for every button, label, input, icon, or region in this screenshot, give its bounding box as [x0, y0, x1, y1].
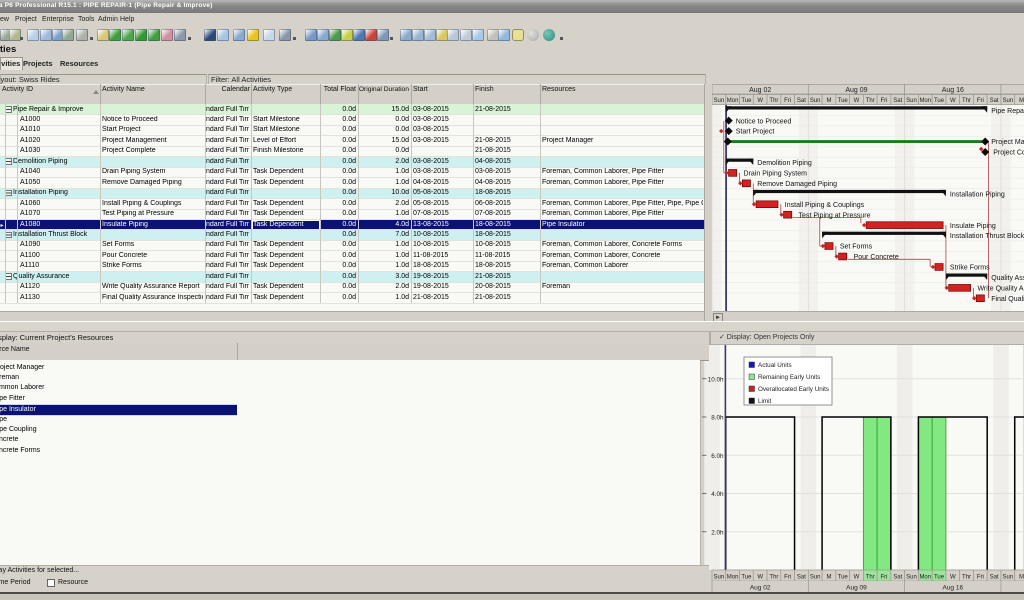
- svg-text:Aug 02: Aug 02: [750, 585, 771, 592]
- svg-text:Project Complete: Project Complete: [993, 150, 1024, 157]
- svg-text:Sun: Sun: [810, 98, 821, 104]
- svg-text:Project Manager: Project Manager: [991, 139, 1024, 146]
- svg-text:Quality Assurance: Quality Assurance: [991, 275, 1024, 282]
- svg-text:Mon: Mon: [727, 98, 739, 104]
- svg-text:6.0h: 6.0h: [711, 453, 724, 460]
- svg-text:Start Project: Start Project: [736, 129, 775, 136]
- svg-text:Fri: Fri: [977, 98, 984, 104]
- svg-text:Final Quality Assurance Inspec: Final Quality Assurance Inspection: [991, 296, 1024, 303]
- svg-text:Sat: Sat: [990, 98, 999, 104]
- svg-text:Install Piping & Couplings: Install Piping & Couplings: [785, 202, 865, 209]
- svg-text:Overallocated Early Units: Overallocated Early Units: [758, 386, 829, 393]
- svg-text:Set Forms: Set Forms: [840, 244, 873, 251]
- svg-text:Tue: Tue: [741, 575, 752, 581]
- svg-text:Sun: Sun: [714, 98, 725, 104]
- svg-text:Sat: Sat: [797, 575, 806, 581]
- svg-text:M: M: [826, 98, 831, 104]
- svg-text:Installation Thrust Block: Installation Thrust Block: [950, 233, 1024, 240]
- svg-text:Tue: Tue: [838, 98, 849, 104]
- svg-text:Fri: Fri: [881, 98, 888, 104]
- svg-text:Thr: Thr: [769, 575, 778, 581]
- svg-text:Strike Forms: Strike Forms: [950, 265, 990, 272]
- svg-text:Limit: Limit: [758, 398, 772, 405]
- svg-text:W: W: [854, 575, 860, 581]
- svg-text:Tue: Tue: [838, 575, 849, 581]
- svg-text:Tue: Tue: [741, 98, 752, 104]
- svg-text:Pour Concrete: Pour Concrete: [854, 254, 899, 261]
- svg-text:Demolition Piping: Demolition Piping: [757, 160, 812, 167]
- svg-text:Tue: Tue: [934, 98, 945, 104]
- svg-text:Remove Damaged Piping: Remove Damaged Piping: [757, 181, 837, 188]
- svg-text:Sat: Sat: [893, 575, 902, 581]
- svg-text:Sat: Sat: [893, 98, 902, 104]
- svg-text:Sat: Sat: [990, 575, 999, 581]
- svg-text:Sun: Sun: [810, 575, 821, 581]
- svg-text:Thr: Thr: [866, 98, 875, 104]
- svg-text:8.0h: 8.0h: [711, 415, 724, 422]
- svg-text:Fri: Fri: [784, 98, 791, 104]
- svg-text:Sun: Sun: [906, 575, 917, 581]
- svg-text:Sun: Sun: [1002, 575, 1013, 581]
- svg-text:Sun: Sun: [714, 575, 725, 581]
- svg-text:Drain Piping System: Drain Piping System: [744, 171, 808, 178]
- svg-text:Thr: Thr: [866, 575, 875, 581]
- svg-text:Test Piping at Pressure: Test Piping at Pressure: [799, 212, 871, 219]
- svg-text:Aug 02: Aug 02: [749, 87, 771, 94]
- svg-text:Mon: Mon: [919, 98, 931, 104]
- svg-text:10.0h: 10.0h: [708, 376, 724, 383]
- svg-text:Fri: Fri: [784, 575, 791, 581]
- svg-text:Tue: Tue: [934, 575, 945, 581]
- svg-text:Aug 16: Aug 16: [942, 585, 963, 592]
- svg-text:Notice to Proceed: Notice to Proceed: [736, 118, 792, 125]
- svg-text:2.0h: 2.0h: [711, 529, 724, 536]
- svg-text:W: W: [854, 98, 860, 104]
- svg-text:M: M: [1019, 98, 1024, 104]
- svg-text:Aug 09: Aug 09: [845, 87, 867, 94]
- svg-text:Thr: Thr: [769, 98, 778, 104]
- svg-text:Fri: Fri: [881, 575, 888, 581]
- svg-text:Pipe Repair & Improve: Pipe Repair & Improve: [991, 108, 1024, 115]
- svg-text:Insulate Piping: Insulate Piping: [950, 223, 996, 230]
- svg-text:Aug 09: Aug 09: [846, 585, 867, 592]
- svg-text:M: M: [826, 575, 831, 581]
- svg-text:Installation Piping: Installation Piping: [950, 191, 1005, 198]
- svg-text:Mon: Mon: [727, 575, 739, 581]
- svg-text:W: W: [950, 98, 956, 104]
- svg-text:Sun: Sun: [906, 98, 917, 104]
- svg-text:W: W: [950, 575, 956, 581]
- svg-text:Actual Units: Actual Units: [758, 362, 792, 369]
- svg-text:Fri: Fri: [977, 575, 984, 581]
- svg-text:Mon: Mon: [919, 575, 931, 581]
- svg-text:Thr: Thr: [962, 98, 971, 104]
- svg-text:Thr: Thr: [962, 575, 971, 581]
- svg-text:W: W: [757, 575, 763, 581]
- svg-text:M: M: [1019, 575, 1024, 581]
- svg-text:W: W: [757, 98, 763, 104]
- svg-text:Sun: Sun: [1002, 98, 1013, 104]
- svg-text:4.0h: 4.0h: [711, 491, 724, 498]
- svg-text:Aug 16: Aug 16: [942, 87, 964, 94]
- svg-text:Remaining Early Units: Remaining Early Units: [758, 374, 820, 381]
- svg-text:Sat: Sat: [797, 98, 806, 104]
- svg-text:Write Quality Assurance Report: Write Quality Assurance Report: [977, 285, 1024, 292]
